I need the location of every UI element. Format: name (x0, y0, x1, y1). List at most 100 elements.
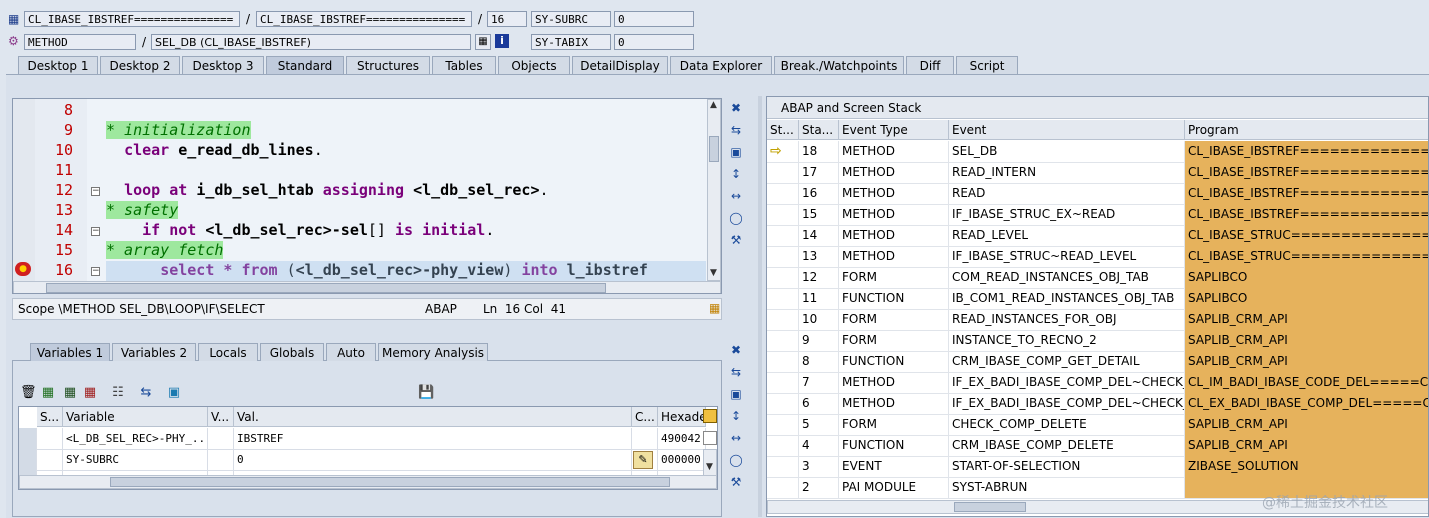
stack-row[interactable]: 6 METHOD IF_EX_BADI_IBASE_COMP_DEL~CHECK_.… (767, 393, 1428, 415)
stack-row[interactable]: 4 FUNCTION CRM_IBASE_COMP_DELETE SAPLIB_CRM… (767, 435, 1428, 457)
var-row[interactable]: SY-SUBRC 0 000000 (19, 449, 717, 471)
close-icon[interactable]: ✖ (728, 100, 744, 116)
var-tab-locals[interactable]: Locals (198, 343, 258, 361)
tab-desktop-3[interactable]: Desktop 3 (182, 56, 264, 74)
code-vscroll-thumb[interactable] (709, 136, 719, 162)
headset-icon[interactable]: ◯ (728, 452, 744, 468)
var-column-header[interactable]: Val. (234, 407, 632, 427)
var-column-header[interactable]: Variable (63, 407, 208, 427)
headset-icon[interactable]: ◯ (728, 210, 744, 226)
fold-toggle-icon[interactable]: − (91, 227, 100, 236)
tab-data-explorer[interactable]: Data Explorer (670, 56, 772, 74)
var-tab-memory-analysis[interactable]: Memory Analysis (378, 343, 488, 361)
display-icon[interactable]: ▦ (475, 34, 491, 50)
var-value-cell[interactable]: 0 (234, 449, 632, 470)
var-tab-globals[interactable]: Globals (260, 343, 324, 361)
structure-icon[interactable]: ☷ (110, 385, 126, 401)
switch-icon[interactable]: ⇆ (728, 364, 744, 380)
event-name-field[interactable]: SEL_DB (CL_IBASE_IBSTREF) (151, 34, 471, 50)
notepad-icon[interactable]: ▦ (709, 301, 720, 315)
stack-column-header[interactable]: Event (949, 120, 1185, 140)
export-icon[interactable]: ▦ (82, 385, 98, 401)
expand-horizontal-icon[interactable]: ↔ (728, 188, 744, 204)
tools-icon[interactable]: ⚒ (728, 232, 744, 248)
vgrid-hscroll[interactable] (19, 475, 717, 489)
main-program-field[interactable]: CL_IBASE_IBSTREF=============== (24, 11, 240, 27)
tab-break-watchpoints[interactable]: Break./Watchpoints (774, 56, 904, 74)
save-icon[interactable]: 💾 (418, 385, 434, 401)
delete-icon[interactable]: 🗑 (20, 385, 37, 401)
stack-row[interactable]: 3 EVENT START-OF-SELECTION ZIBASE_SOLUTION (767, 456, 1428, 478)
import-icon[interactable]: ▦ (62, 385, 78, 401)
info-icon[interactable]: i (495, 34, 509, 48)
event-type-field[interactable]: METHOD (24, 34, 136, 50)
source-code-editor[interactable]: 8 9 * initialization 10 clear e_read_db_lin… (12, 98, 722, 294)
stack-row[interactable]: 11 FUNCTION IB_COM1_READ_INSTANCES_OBJ_TAB… (767, 288, 1428, 310)
tab-detaildisplay[interactable]: DetailDisplay (572, 56, 668, 74)
variables-grid[interactable]: S... Variable V... Val. C... Hexade <L_DB_SEL… (18, 406, 718, 490)
stack-row[interactable]: 16 METHOD READ CL_IBASE_IBSTREF============… (767, 183, 1428, 205)
stack-row[interactable]: 12 FORM COM_READ_INSTANCES_OBJ_TAB SAPLIBCO (767, 267, 1428, 289)
tab-desktop-2[interactable]: Desktop 2 (100, 56, 180, 74)
stack-column-header[interactable]: Program (1185, 120, 1428, 140)
code-vscroll[interactable]: ▲ ▼ (707, 99, 721, 281)
vgrid-vscroll[interactable]: ▼ (703, 449, 717, 477)
sysvar2-name-field[interactable]: SY-TABIX (531, 34, 611, 50)
edit-icon[interactable]: ▦ (40, 385, 56, 401)
tools-icon[interactable]: ⚒ (728, 474, 744, 490)
include-program-field[interactable]: CL_IBASE_IBSTREF=============== (256, 11, 472, 27)
row-selector[interactable] (19, 428, 37, 449)
var-tab-variables-2[interactable]: Variables 2 (112, 343, 196, 361)
stack-row[interactable]: ⇨ 18 METHOD SEL_DB CL_IBASE_IBSTREF=========… (767, 141, 1428, 163)
var-column-header[interactable]: S... (37, 407, 63, 427)
var-value-cell[interactable]: IBSTREF (234, 428, 632, 449)
change-value-icon[interactable]: ✎ (633, 451, 653, 469)
code-hscroll-thumb[interactable] (46, 283, 606, 293)
sysvar2-value-field[interactable]: 0 (614, 34, 694, 50)
vgrid-hscroll-thumb[interactable] (110, 477, 670, 487)
layout-icon[interactable] (703, 409, 717, 423)
maximize-icon[interactable]: ▣ (728, 386, 744, 402)
row-selector[interactable] (19, 449, 37, 470)
breakpoint-icon[interactable]: ● (15, 262, 31, 276)
var-column-header[interactable]: V... (208, 407, 234, 427)
expand-vertical-icon[interactable]: ↕ (728, 408, 744, 424)
tab-structures[interactable]: Structures (346, 56, 430, 74)
swap-icon[interactable]: ⇆ (138, 385, 154, 401)
maximize-icon[interactable]: ▣ (728, 144, 744, 160)
browse-icon[interactable]: ▣ (166, 385, 182, 401)
expand-horizontal-icon[interactable]: ↔ (728, 430, 744, 446)
stack-row[interactable]: 8 FUNCTION CRM_IBASE_COMP_GET_DETAIL SAPLIB… (767, 351, 1428, 373)
pane-splitter[interactable] (758, 96, 762, 517)
stack-row[interactable]: 17 METHOD READ_INTERN CL_IBASE_IBSTREF=====… (767, 162, 1428, 184)
tab-tables[interactable]: Tables (432, 56, 496, 74)
fold-toggle-icon[interactable]: − (91, 267, 100, 276)
stack-row[interactable]: 13 METHOD IF_IBASE_STRUC~READ_LEVEL CL_IBAS… (767, 246, 1428, 268)
sysvar-value-field[interactable]: 0 (614, 11, 694, 27)
var-column-header[interactable]: Hexade (658, 407, 706, 427)
code-hscroll[interactable] (13, 281, 721, 293)
stack-column-header[interactable]: Sta... (799, 120, 839, 140)
tab-desktop-1[interactable]: Desktop 1 (18, 56, 98, 74)
stack-row[interactable]: 9 FORM INSTANCE_TO_RECNO_2 SAPLIB_CRM_API (767, 330, 1428, 352)
tab-script[interactable]: Script (956, 56, 1018, 74)
var-column-header[interactable]: C... (632, 407, 658, 427)
close-icon[interactable]: ✖ (728, 342, 744, 358)
fold-toggle-icon[interactable]: − (91, 187, 100, 196)
tab-objects[interactable]: Objects (498, 56, 570, 74)
abap-screen-stack[interactable]: ABAP and Screen Stack St... Sta... Event T… (766, 96, 1429, 517)
stack-row[interactable]: 10 FORM READ_INSTANCES_FOR_OBJ SAPLIB_CRM_A… (767, 309, 1428, 331)
stack-row[interactable]: 15 METHOD IF_IBASE_STRUC_EX~READ CL_IBASE_I… (767, 204, 1428, 226)
stack-column-header[interactable]: Event Type (839, 120, 949, 140)
var-tab-auto[interactable]: Auto (326, 343, 376, 361)
stack-row[interactable]: 7 METHOD IF_EX_BADI_IBASE_COMP_DEL~CHECK_.… (767, 372, 1428, 394)
switch-icon[interactable]: ⇆ (728, 122, 744, 138)
hex-checkbox[interactable] (703, 431, 717, 445)
sysvar-name-field[interactable]: SY-SUBRC (531, 11, 611, 27)
var-tab-variables-1[interactable]: Variables 1 (30, 343, 110, 361)
stack-row[interactable]: 14 METHOD READ_LEVEL CL_IBASE_STRUC========… (767, 225, 1428, 247)
var-row[interactable]: <L_DB_SEL_REC>-PHY_... IBSTREF 490042 (19, 428, 717, 450)
stack-hscroll-thumb[interactable] (954, 502, 1026, 512)
tab-diff[interactable]: Diff (906, 56, 954, 74)
stack-column-header[interactable]: St... (767, 120, 799, 140)
